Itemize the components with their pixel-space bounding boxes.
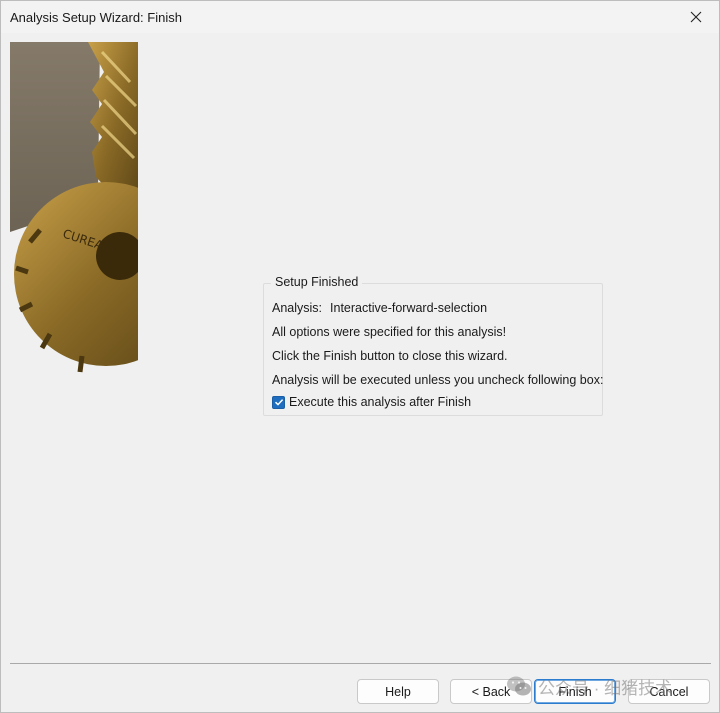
analysis-line: Analysis: Interactive-forward-selection bbox=[272, 301, 487, 315]
title-bar: Analysis Setup Wizard: Finish bbox=[1, 1, 719, 33]
execution-note-text: Analysis will be executed unless you unc… bbox=[272, 373, 604, 387]
setup-finished-group: Setup Finished Analysis: Interactive-forw… bbox=[263, 275, 604, 416]
analysis-label: Analysis: bbox=[272, 301, 323, 315]
footer-separator bbox=[10, 663, 711, 664]
key-image: CUREAGG bbox=[10, 42, 142, 380]
options-specified-text: All options were specified for this anal… bbox=[272, 325, 507, 339]
analysis-name: Interactive-forward-selection bbox=[330, 301, 488, 315]
close-button[interactable] bbox=[673, 1, 719, 33]
checkmark-icon bbox=[274, 399, 283, 406]
window-title: Analysis Setup Wizard: Finish bbox=[10, 10, 182, 25]
group-legend: Setup Finished bbox=[271, 275, 363, 289]
close-wizard-text: Click the Finish button to close this wi… bbox=[272, 349, 508, 363]
execute-after-finish-option[interactable]: Execute this analysis after Finish bbox=[272, 395, 471, 409]
execute-after-finish-checkbox[interactable] bbox=[272, 395, 285, 409]
finish-button[interactable]: Finish bbox=[534, 679, 616, 704]
wizard-window: Analysis Setup Wizard: Finish CUREAGG Se… bbox=[0, 0, 720, 713]
close-icon bbox=[690, 11, 702, 23]
execute-after-finish-label: Execute this analysis after Finish bbox=[289, 395, 472, 409]
back-button[interactable]: < Back bbox=[450, 679, 532, 704]
help-button[interactable]: Help bbox=[357, 679, 439, 704]
cancel-button[interactable]: Cancel bbox=[628, 679, 710, 704]
